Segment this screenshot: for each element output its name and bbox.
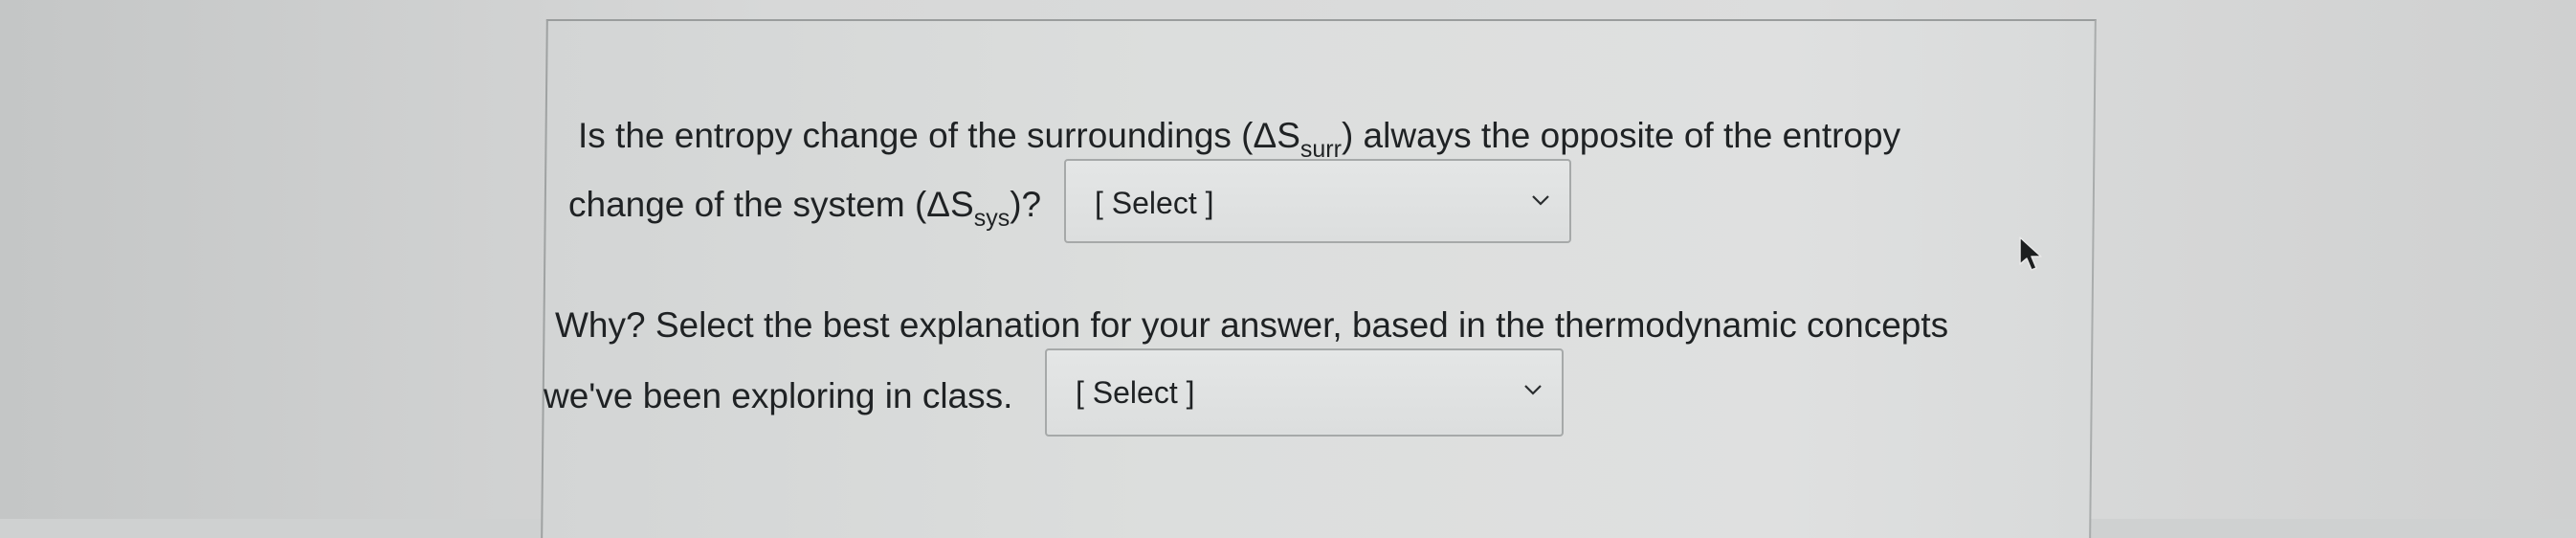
select-value: [ Select ]	[1076, 375, 1195, 410]
question-1-text-line-1: Is the entropy change of the surrounding…	[578, 115, 1901, 163]
question-2-text-line-1: Why? Select the best explanation for you…	[555, 305, 1949, 345]
chevron-down-icon	[1524, 385, 1542, 395]
sys-subscript: sys	[973, 205, 1010, 232]
question-1-text-line-2: change of the system (ΔSsys)?	[568, 184, 1042, 232]
question-card	[541, 19, 2097, 538]
question-1-text-part: Is the entropy change of the surrounding…	[578, 116, 1300, 155]
select-value: [ Select ]	[1095, 186, 1214, 220]
question-2-answer-select[interactable]: [ Select ]	[1045, 348, 1564, 437]
mouse-pointer-icon	[2019, 236, 2042, 271]
question-1-text-part: change of the system (ΔS	[568, 185, 974, 224]
question-2-text-line-2: we've been exploring in class.	[544, 376, 1013, 415]
chevron-down-icon	[1532, 195, 1549, 206]
question-1-text-part: )?	[1010, 185, 1042, 224]
question-1-text-part: ) always the opposite of the entropy	[1341, 116, 1901, 155]
question-1-answer-select[interactable]: [ Select ]	[1064, 159, 1571, 243]
